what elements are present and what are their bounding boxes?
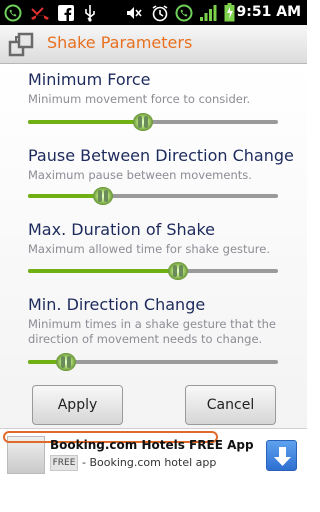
- missed-call-icon: [29, 3, 51, 22]
- usb-icon: [82, 3, 98, 22]
- mute-icon: [124, 3, 144, 22]
- battery-charging-icon: [222, 3, 236, 22]
- page-title: Shake Parameters: [47, 33, 193, 52]
- pref-summary: Maximum allowed time for shake gesture.: [28, 242, 271, 256]
- signal-icon: [199, 3, 217, 22]
- ad-title: Booking.com Hotels FREE App: [50, 438, 254, 452]
- slider-thumb[interactable]: [55, 353, 76, 371]
- settings-app-icon: [8, 31, 36, 58]
- pref-minimum-force[interactable]: Minimum Force Minimum movement force to …: [28, 70, 288, 107]
- pause-between-direction-change-slider[interactable]: [28, 186, 278, 206]
- title-bar: Shake Parameters: [0, 25, 307, 64]
- pref-title: Min. Direction Change: [28, 295, 206, 314]
- pref-min-direction-change[interactable]: Min. Direction Change Minimum times in a…: [28, 295, 288, 347]
- whatsapp-icon: [4, 3, 22, 22]
- facebook-icon: [57, 3, 75, 22]
- min-direction-change-slider[interactable]: [28, 352, 278, 372]
- pref-max-duration-of-shake[interactable]: Max. Duration of Shake Maximum allowed t…: [28, 220, 288, 257]
- max-duration-of-shake-slider[interactable]: [28, 261, 278, 281]
- slider-fill: [28, 120, 143, 124]
- slider-thumb[interactable]: [133, 113, 153, 131]
- slider-fill: [28, 194, 103, 198]
- slider-thumb[interactable]: [93, 187, 113, 205]
- pref-summary: Maximum pause between movements.: [28, 168, 252, 182]
- apply-button[interactable]: Apply: [32, 385, 123, 425]
- pref-pause-between-direction-change[interactable]: Pause Between Direction Change Maximum p…: [28, 146, 294, 183]
- pref-title: Pause Between Direction Change: [28, 146, 294, 165]
- bottom-blank-area: [0, 480, 307, 512]
- pref-title: Minimum Force: [28, 70, 151, 89]
- alarm-icon: [150, 3, 170, 22]
- ad-subtitle: - Booking.com hotel app: [82, 456, 217, 469]
- ad-free-badge: FREE: [50, 455, 78, 471]
- ad-banner[interactable]: Booking.com Hotels FREE App FREE - Booki…: [0, 428, 307, 480]
- status-bar: 9:51 AM: [0, 0, 307, 25]
- slider-fill: [28, 269, 178, 273]
- cancel-button[interactable]: Cancel: [185, 385, 276, 425]
- whatsapp-icon: [175, 3, 193, 22]
- pref-summary: Minimum times in a shake gesture that th…: [28, 317, 276, 346]
- pref-summary: Minimum movement force to consider.: [28, 92, 251, 106]
- slider-thumb[interactable]: [168, 262, 188, 280]
- pref-title: Max. Duration of Shake: [28, 220, 215, 239]
- minimum-force-slider[interactable]: [28, 112, 278, 132]
- status-time: 9:51 AM: [236, 4, 301, 20]
- download-arrow-icon[interactable]: [266, 440, 297, 471]
